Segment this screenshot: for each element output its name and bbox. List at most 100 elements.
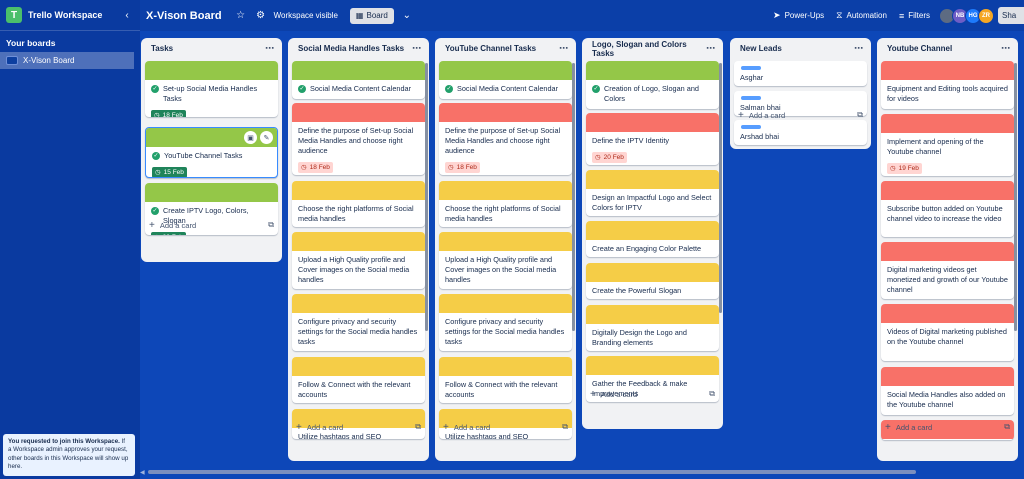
chevron-down-icon[interactable]: ⌄ bbox=[400, 10, 414, 21]
check-circle-icon[interactable]: ✓ bbox=[445, 85, 453, 93]
add-card-button[interactable]: + Add a card ⧉ bbox=[738, 109, 863, 121]
star-icon[interactable]: ☆ bbox=[234, 10, 248, 21]
share-button[interactable]: Sha bbox=[998, 7, 1024, 24]
card[interactable]: Choose the right platforms of Social med… bbox=[292, 181, 425, 227]
card[interactable]: Asghar bbox=[734, 61, 867, 86]
card[interactable]: ▣ ✎ ✓ YouTube Channel Tasks ◷ 15 Feb bbox=[145, 127, 278, 178]
card-template-icon[interactable]: ⧉ bbox=[562, 422, 568, 432]
due-date-badge[interactable]: ◷ 18 Feb bbox=[151, 109, 186, 117]
list-header[interactable]: Tasks ⋯ bbox=[141, 38, 282, 59]
due-date-badge[interactable]: ◷ 19 Feb bbox=[887, 162, 922, 174]
card-template-icon[interactable]: ⧉ bbox=[709, 389, 715, 399]
list-scrollbar[interactable] bbox=[1014, 63, 1017, 331]
card[interactable]: Configure privacy and security settings … bbox=[439, 294, 572, 351]
scroll-left-icon[interactable]: ◀ bbox=[140, 469, 148, 476]
card[interactable]: Equipment and Editing tools acquired for… bbox=[881, 61, 1014, 109]
card[interactable]: ✓ Set-up Social Media Handles Tasks ◷ 18 Fe… bbox=[145, 61, 278, 117]
card[interactable]: Implement and opening of the Youtube cha… bbox=[881, 114, 1014, 176]
card[interactable]: Upload a High Quality profile and Cover … bbox=[292, 232, 425, 289]
add-card-button[interactable]: + Add a card ⧉ bbox=[149, 219, 274, 231]
list-scrollbar[interactable] bbox=[425, 63, 428, 331]
add-card-button[interactable]: + Add a card ⧉ bbox=[296, 421, 421, 433]
archive-icon[interactable]: ▣ bbox=[244, 131, 257, 144]
add-card-button[interactable]: + Add a card ⧉ bbox=[590, 388, 715, 400]
clock-icon: ◷ bbox=[448, 164, 454, 171]
more-options-icon[interactable]: ⋯ bbox=[706, 43, 715, 54]
filters-button[interactable]: ≡ Filters bbox=[899, 11, 930, 21]
list-title[interactable]: Tasks bbox=[151, 44, 265, 53]
powerups-button[interactable]: ➤ Power-Ups bbox=[773, 10, 824, 21]
list-header[interactable]: Youtube Channel ⋯ bbox=[877, 38, 1018, 59]
card[interactable]: ✓ Social Media Content Calendar bbox=[439, 61, 572, 99]
automation-button[interactable]: ⧖ Automation bbox=[836, 10, 887, 21]
card[interactable]: Define the purpose of Set-up Social Medi… bbox=[292, 103, 425, 175]
list-title[interactable]: Logo, Slogan and Colors Tasks bbox=[592, 40, 706, 58]
card[interactable]: ✓ Social Media Content Calendar bbox=[292, 61, 425, 99]
check-circle-icon[interactable]: ✓ bbox=[151, 207, 159, 215]
card[interactable]: Create an Engaging Color Palette bbox=[586, 221, 719, 257]
board-title[interactable]: X-Vison Board bbox=[146, 10, 222, 22]
list-scrollbar[interactable] bbox=[572, 63, 575, 331]
card[interactable]: Upload a High Quality profile and Cover … bbox=[439, 232, 572, 289]
due-date-badge[interactable]: ◷20 Feb bbox=[592, 151, 627, 163]
card-template-icon[interactable]: ⧉ bbox=[415, 422, 421, 432]
list-header[interactable]: Social Media Handles Tasks ⋯ bbox=[288, 38, 429, 59]
add-card-button[interactable]: + Add a card ⧉ bbox=[443, 421, 568, 433]
check-circle-icon[interactable]: ✓ bbox=[298, 85, 306, 93]
due-date-badge[interactable]: ◷ 15 Feb bbox=[152, 166, 187, 177]
list-title[interactable]: YouTube Channel Tasks bbox=[445, 44, 559, 53]
card[interactable]: Videos of Digital marketing published on… bbox=[881, 304, 1014, 361]
card[interactable]: Social Media Handles also added on the Y… bbox=[881, 367, 1014, 415]
sidebar-board-item[interactable]: X-Vison Board bbox=[0, 52, 134, 69]
card[interactable]: Follow & Connect with the relevant accou… bbox=[439, 357, 572, 403]
card-template-icon[interactable]: ⧉ bbox=[1004, 422, 1010, 432]
list-scroll-thumb[interactable] bbox=[425, 63, 428, 331]
card-cover bbox=[145, 61, 278, 80]
due-date-badge[interactable]: ◷20 Feb bbox=[151, 231, 186, 235]
card[interactable]: ✓ Creation of Logo, Slogan and Colors bbox=[586, 61, 719, 109]
list-title[interactable]: Social Media Handles Tasks bbox=[298, 44, 412, 53]
card[interactable]: Configure privacy and security settings … bbox=[292, 294, 425, 351]
check-circle-icon[interactable]: ✓ bbox=[592, 85, 600, 93]
list-header[interactable]: New Leads ⋯ bbox=[730, 38, 871, 59]
add-card-button[interactable]: + Add a card ⧉ bbox=[885, 421, 1010, 433]
more-options-icon[interactable]: ⋯ bbox=[559, 43, 568, 54]
card[interactable]: Design an Impactful Logo and Select Colo… bbox=[586, 170, 719, 216]
list-title[interactable]: New Leads bbox=[740, 44, 854, 53]
card[interactable]: Choose the right platforms of Social med… bbox=[439, 181, 572, 227]
list-scroll-thumb[interactable] bbox=[572, 63, 575, 331]
list-header[interactable]: YouTube Channel Tasks ⋯ bbox=[435, 38, 576, 59]
board-horizontal-scrollbar[interactable]: ◀ bbox=[140, 469, 1018, 476]
card[interactable]: Create the Powerful Slogan bbox=[586, 263, 719, 299]
card[interactable]: Digitally Design the Logo and Branding e… bbox=[586, 305, 719, 351]
workspace-name[interactable]: Trello Workspace bbox=[28, 10, 120, 20]
edit-icon[interactable]: ✎ bbox=[260, 131, 273, 144]
due-date-badge[interactable]: ◷ 18 Feb bbox=[445, 161, 480, 173]
horizontal-scroll-thumb[interactable] bbox=[148, 470, 916, 474]
card[interactable]: Define the purpose of Set-up Social Medi… bbox=[439, 103, 572, 175]
card-template-icon[interactable]: ⧉ bbox=[857, 110, 863, 120]
card[interactable]: Digital marketing videos get monetized a… bbox=[881, 242, 1014, 299]
more-options-icon[interactable]: ⋯ bbox=[854, 43, 863, 54]
card[interactable]: Follow & Connect with the relevant accou… bbox=[292, 357, 425, 403]
card[interactable]: Subscribe button added on Youtube channe… bbox=[881, 181, 1014, 237]
member-avatar[interactable]: ZR bbox=[978, 7, 994, 24]
check-circle-icon[interactable]: ✓ bbox=[152, 152, 160, 160]
card[interactable]: Arshad bhai bbox=[734, 120, 867, 145]
visibility-button[interactable]: Workspace visible bbox=[274, 11, 338, 20]
card[interactable]: Define the IPTV Identity ◷ 20 Feb bbox=[586, 113, 719, 165]
list-title[interactable]: Youtube Channel bbox=[887, 44, 1001, 53]
chevron-left-icon[interactable]: ‹ bbox=[120, 10, 134, 21]
check-circle-icon[interactable]: ✓ bbox=[151, 85, 159, 93]
list-scroll-thumb[interactable] bbox=[1014, 63, 1017, 331]
list-header[interactable]: Logo, Slogan and Colors Tasks ⋯ bbox=[582, 38, 723, 59]
due-date-badge[interactable]: ◷ 18 Feb bbox=[298, 161, 333, 173]
list-scrollbar[interactable] bbox=[719, 63, 722, 313]
card-title: Configure privacy and security settings … bbox=[445, 317, 565, 346]
more-options-icon[interactable]: ⋯ bbox=[412, 43, 421, 54]
card-template-icon[interactable]: ⧉ bbox=[268, 220, 274, 230]
list-scroll-thumb[interactable] bbox=[719, 63, 722, 313]
more-options-icon[interactable]: ⋯ bbox=[1001, 43, 1010, 54]
more-options-icon[interactable]: ⋯ bbox=[265, 43, 274, 54]
board-view-button[interactable]: ▦ Board bbox=[349, 7, 394, 24]
